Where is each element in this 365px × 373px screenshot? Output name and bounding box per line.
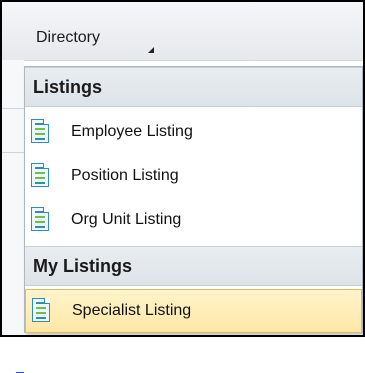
section-title: My Listings <box>33 256 133 276</box>
menu-item-org-unit-listing[interactable]: Org Unit Listing <box>25 199 362 241</box>
menu-item-label: Position Listing <box>71 167 179 184</box>
menu-item-position-listing[interactable]: Position Listing <box>25 155 362 197</box>
section-header-listings: Listings <box>25 67 362 107</box>
section-header-my-listings: My Listings <box>25 246 362 286</box>
directory-menu-button[interactable]: Directory <box>36 29 100 47</box>
document-list-icon <box>31 207 49 231</box>
background-link <box>16 356 24 373</box>
menu-item-label: Employee Listing <box>71 123 193 140</box>
menu-item-label: Specialist Listing <box>72 302 192 319</box>
menu-item-label: Org Unit Listing <box>71 211 182 228</box>
window: Directory Listings Employee Listing Posi… <box>0 0 365 373</box>
document-list-icon <box>31 119 49 143</box>
dropdown-caret-icon[interactable] <box>148 47 154 53</box>
toolbar: Directory <box>2 2 363 61</box>
document-list-icon <box>32 298 50 322</box>
background-page <box>2 60 24 373</box>
section-title: Listings <box>33 77 103 97</box>
document-list-icon <box>31 163 49 187</box>
menu-item-employee-listing[interactable]: Employee Listing <box>25 111 362 153</box>
divider <box>2 152 24 153</box>
divider <box>2 108 24 109</box>
directory-dropdown-menu: Listings Employee Listing Position Listi… <box>24 66 363 333</box>
menu-item-specialist-listing[interactable]: Specialist Listing <box>25 289 362 333</box>
